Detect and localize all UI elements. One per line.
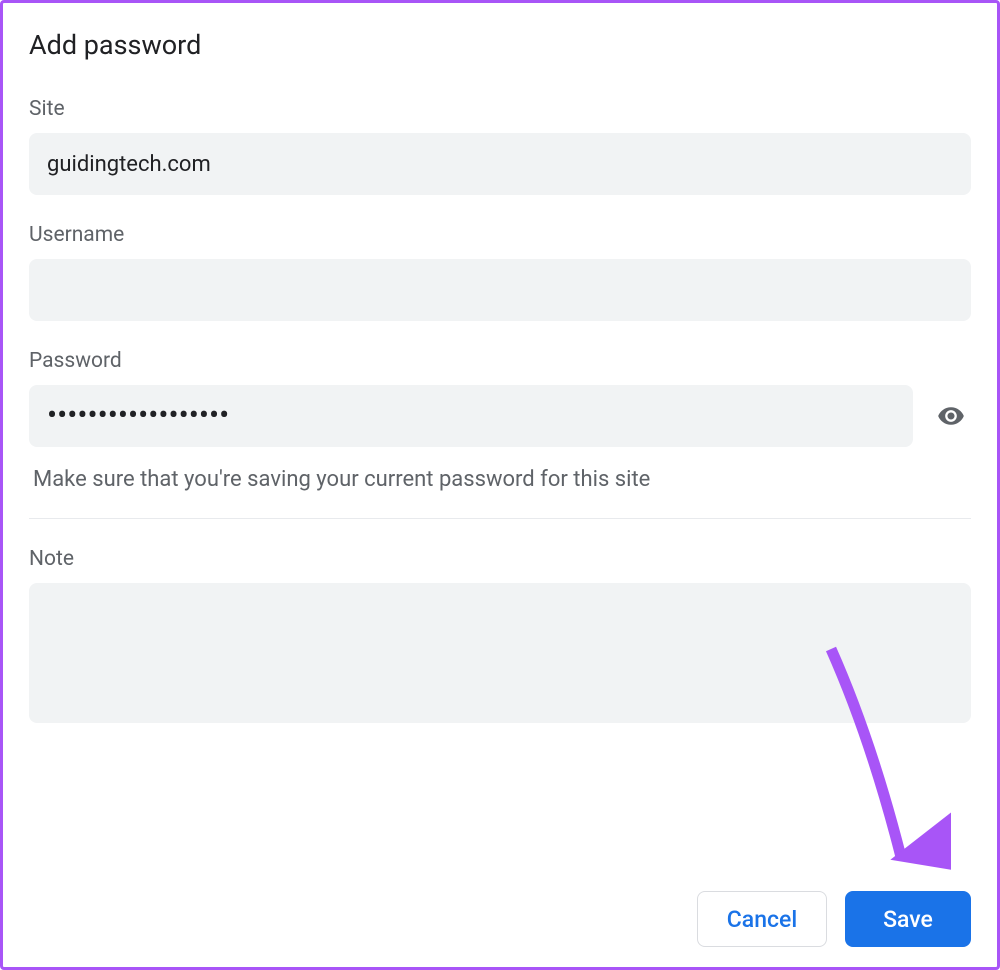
password-label: Password: [29, 349, 971, 373]
password-input[interactable]: ••••••••••••••••••: [29, 385, 913, 447]
password-field-group: Password ••••••••••••••••••: [29, 349, 971, 447]
eye-icon: [937, 402, 965, 430]
username-input[interactable]: [29, 259, 971, 321]
site-field-group: Site: [29, 97, 971, 195]
dialog-title: Add password: [29, 29, 971, 61]
password-row: ••••••••••••••••••: [29, 385, 971, 447]
show-password-button[interactable]: [931, 396, 971, 436]
site-input[interactable]: [29, 133, 971, 195]
divider: [29, 518, 971, 519]
note-label: Note: [29, 547, 971, 571]
site-label: Site: [29, 97, 971, 121]
spacer: [29, 755, 971, 891]
button-row: Cancel Save: [29, 891, 971, 947]
cancel-button[interactable]: Cancel: [697, 891, 827, 947]
password-helper-text: Make sure that you're saving your curren…: [29, 467, 971, 492]
username-field-group: Username: [29, 223, 971, 321]
username-label: Username: [29, 223, 971, 247]
save-button[interactable]: Save: [845, 891, 971, 947]
password-input-wrap: ••••••••••••••••••: [29, 385, 913, 447]
note-field-group: Note: [29, 547, 971, 727]
note-input[interactable]: [29, 583, 971, 723]
